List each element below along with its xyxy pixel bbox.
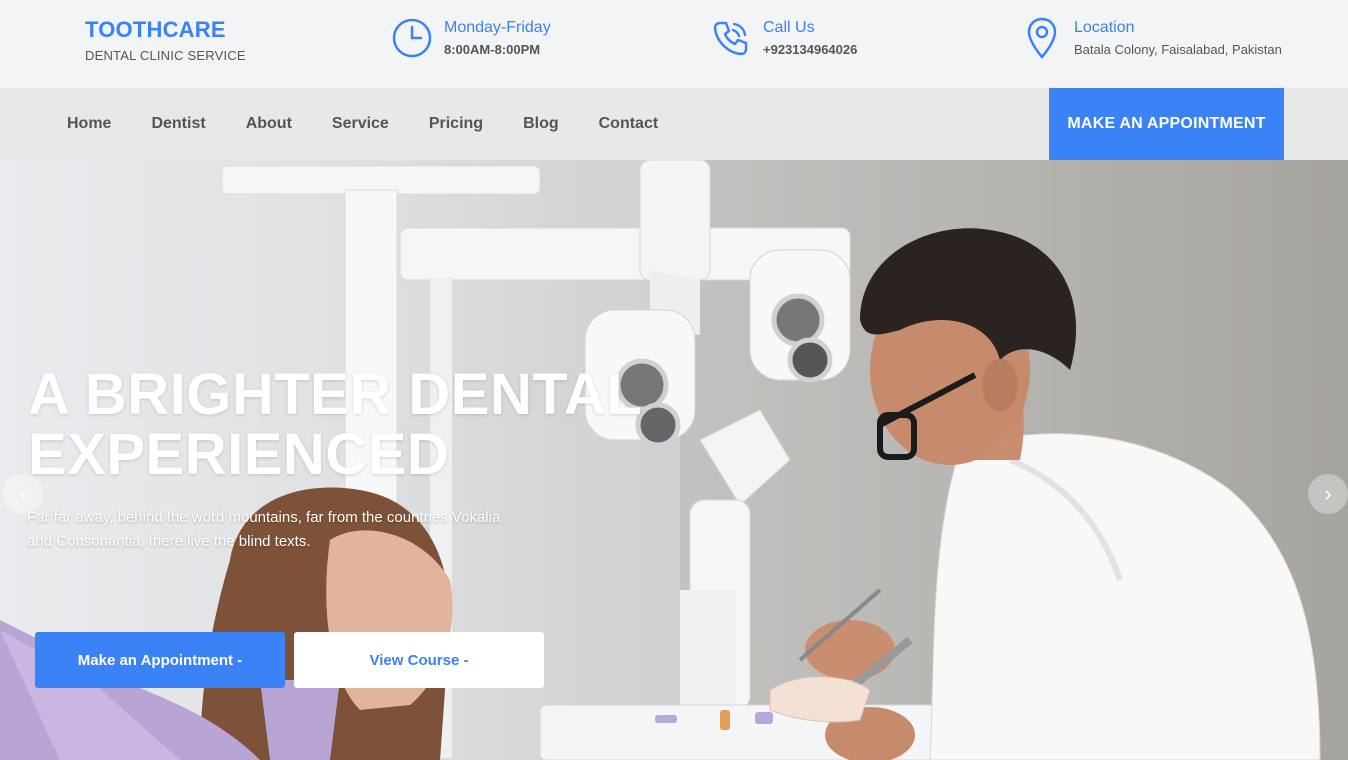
location-info: Location Batala Colony, Faisalabad, Paki…: [1020, 17, 1282, 60]
nav-item-home[interactable]: Home: [67, 115, 111, 133]
chevron-right-icon: ›: [1324, 481, 1332, 506]
nav-item-about[interactable]: About: [246, 115, 292, 133]
nav-item-pricing[interactable]: Pricing: [429, 115, 483, 133]
hero-appointment-button[interactable]: Make an Appointment -: [35, 632, 285, 688]
hero-slider: A BRIGHTER DENTAL EXPERIENCED Far far aw…: [0, 160, 1348, 760]
view-course-button[interactable]: View Course -: [294, 632, 544, 688]
hours-value: 8:00AM-8:00PM: [444, 42, 541, 57]
nav-item-contact[interactable]: Contact: [599, 115, 659, 133]
brand-tagline: DENTAL CLINIC SERVICE: [85, 48, 246, 63]
main-navbar: Home Dentist About Service Pricing Blog …: [0, 88, 1348, 160]
call-value[interactable]: +923134964026: [763, 41, 857, 59]
slider-next-button[interactable]: ›: [1308, 474, 1348, 514]
hero-description: Far far away, behind the word mountains,…: [27, 509, 501, 550]
call-title: Call Us: [763, 19, 815, 36]
hours-title: Monday-Friday: [444, 19, 551, 36]
location-title: Location: [1074, 19, 1135, 36]
top-info-bar: TOOTHCARE DENTAL CLINIC SERVICE Monday-F…: [0, 0, 1348, 88]
nav-menu: Home Dentist About Service Pricing Blog …: [67, 88, 698, 160]
location-value: Batala Colony, Faisalabad, Pakistan: [1074, 42, 1282, 57]
hero-title-line-2: EXPERIENCED: [28, 422, 450, 487]
clock-icon: [390, 16, 434, 60]
slider-prev-button[interactable]: ‹: [3, 474, 43, 514]
hero-title: A BRIGHTER DENTAL EXPERIENCED: [28, 365, 642, 485]
chevron-left-icon: ‹: [19, 481, 27, 506]
call-info: Call Us +923134964026: [709, 17, 857, 60]
phone-icon: [709, 16, 753, 60]
nav-item-dentist[interactable]: Dentist: [151, 115, 205, 133]
hero-title-line-1: A BRIGHTER DENTAL: [28, 362, 643, 427]
make-appointment-button[interactable]: MAKE AN APPOINTMENT: [1049, 88, 1284, 160]
nav-item-service[interactable]: Service: [332, 115, 389, 133]
map-pin-icon: [1020, 16, 1064, 60]
brand[interactable]: TOOTHCARE DENTAL CLINIC SERVICE: [85, 17, 246, 63]
brand-name[interactable]: TOOTHCARE: [85, 17, 246, 43]
hours-info: Monday-Friday 8:00AM-8:00PM: [390, 17, 551, 60]
nav-item-blog[interactable]: Blog: [523, 115, 559, 133]
